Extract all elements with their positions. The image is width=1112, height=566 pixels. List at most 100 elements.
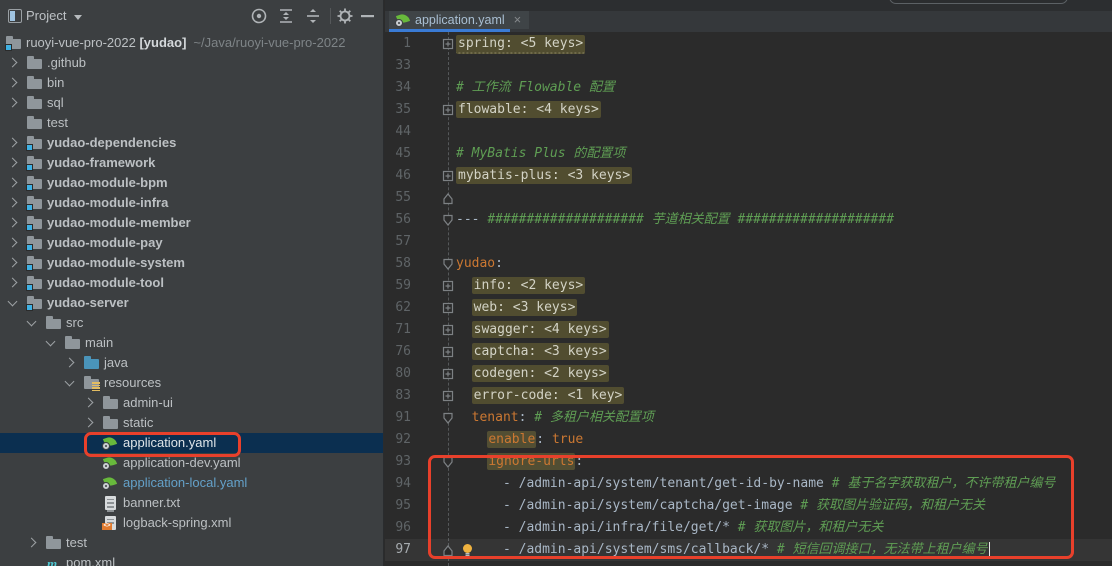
editor-tab-bar: application.yaml × — [385, 11, 1112, 32]
chevron-collapsed-icon[interactable] — [8, 139, 15, 146]
tree-item-label: src — [66, 315, 83, 330]
search-field-fragment[interactable] — [889, 0, 1068, 4]
code-line-71[interactable]: 71 swagger: <4 keys> — [385, 319, 1112, 341]
chevron-collapsed-icon[interactable] — [8, 279, 15, 286]
code-line-33[interactable]: 33 — [385, 55, 1112, 77]
chevron-collapsed-icon[interactable] — [84, 419, 91, 426]
fold-marker-plus-icon[interactable] — [442, 324, 454, 336]
tree-item-yudao-module-pay[interactable]: yudao-module-pay — [0, 233, 383, 253]
tree-item-application-local.yaml[interactable]: application-local.yaml — [0, 473, 383, 493]
code-line-35[interactable]: 35flowable: <4 keys> — [385, 99, 1112, 121]
chevron-collapsed-icon[interactable] — [8, 79, 15, 86]
resources-folder-icon — [84, 376, 99, 390]
tree-item-java[interactable]: java — [0, 353, 383, 373]
fold-marker-down-icon[interactable] — [442, 214, 454, 226]
settings-gear-icon[interactable] — [336, 7, 354, 25]
code-line-92[interactable]: 92 enable: true — [385, 429, 1112, 451]
code-line-34[interactable]: 34# 工作流 Flowable 配置 — [385, 77, 1112, 99]
tree-item-yudao-module-system[interactable]: yudao-module-system — [0, 253, 383, 273]
fold-marker-plus-icon[interactable] — [442, 368, 454, 380]
hide-panel-icon[interactable] — [361, 14, 379, 32]
tree-item-static[interactable]: static — [0, 413, 383, 433]
code-line-45[interactable]: 45# MyBatis Plus 的配置项 — [385, 143, 1112, 165]
tree-item-admin-ui[interactable]: admin-ui — [0, 393, 383, 413]
close-tab-icon[interactable]: × — [514, 12, 522, 27]
chevron-expanded-icon[interactable] — [27, 319, 34, 326]
line-number: 97 — [385, 539, 411, 561]
code-line-1[interactable]: 1spring: <5 keys> — [385, 33, 1112, 55]
chevron-collapsed-icon[interactable] — [8, 219, 15, 226]
tree-item-pom.xml[interactable]: mpom.xml — [0, 553, 383, 566]
code-line-59[interactable]: 59 info: <2 keys> — [385, 275, 1112, 297]
tree-item-main[interactable]: main — [0, 333, 383, 353]
code-line-58[interactable]: 58yudao: — [385, 253, 1112, 275]
fold-marker-plus-icon[interactable] — [442, 170, 454, 182]
line-number: 33 — [385, 55, 411, 77]
line-number: 1 — [385, 33, 411, 55]
fold-marker-plus-icon[interactable] — [442, 390, 454, 402]
tree-item-banner.txt[interactable]: banner.txt — [0, 493, 383, 513]
chevron-collapsed-icon[interactable] — [27, 539, 34, 546]
fold-marker-plus-icon[interactable] — [442, 280, 454, 292]
code-line-55[interactable]: 55 — [385, 187, 1112, 209]
code-line-62[interactable]: 62 web: <3 keys> — [385, 297, 1112, 319]
tree-item-yudao-module-bpm[interactable]: yudao-module-bpm — [0, 173, 383, 193]
tree-item-yudao-dependencies[interactable]: yudao-dependencies — [0, 133, 383, 153]
chevron-down-icon[interactable] — [74, 15, 82, 20]
tree-item-label: application-dev.yaml — [123, 455, 241, 470]
fold-marker-plus-icon[interactable] — [442, 302, 454, 314]
code-line-57[interactable]: 57 — [385, 231, 1112, 253]
tree-item-logback-spring.xml[interactable]: <>logback-spring.xml — [0, 513, 383, 533]
chevron-expanded-icon[interactable] — [46, 339, 53, 346]
chevron-expanded-icon[interactable] — [8, 299, 15, 306]
code-line-76[interactable]: 76 captcha: <3 keys> — [385, 341, 1112, 363]
chevron-collapsed-icon[interactable] — [8, 239, 15, 246]
chevron-collapsed-icon[interactable] — [8, 159, 15, 166]
chevron-collapsed-icon[interactable] — [84, 399, 91, 406]
fold-marker-down-icon[interactable] — [442, 258, 454, 270]
chevron-collapsed-icon[interactable] — [8, 199, 15, 206]
code-line-83[interactable]: 83 error-code: <1 key> — [385, 385, 1112, 407]
tree-item-yudao-module-infra[interactable]: yudao-module-infra — [0, 193, 383, 213]
tree-item-bin[interactable]: bin — [0, 73, 383, 93]
tree-item-ruoyi-vue-pro-2022[interactable]: ruoyi-vue-pro-2022 [yudao]~/Java/ruoyi-v… — [0, 33, 383, 53]
tree-item-test[interactable]: test — [0, 533, 383, 553]
tree-item-yudao-framework[interactable]: yudao-framework — [0, 153, 383, 173]
expand-all-icon[interactable] — [277, 7, 295, 25]
tree-item-yudao-server[interactable]: yudao-server — [0, 293, 383, 313]
chevron-collapsed-icon[interactable] — [8, 99, 15, 106]
fold-marker-plus-icon[interactable] — [442, 38, 454, 50]
line-number: 96 — [385, 517, 411, 539]
fold-marker-plus-icon[interactable] — [442, 346, 454, 358]
fold-marker-down-icon[interactable] — [442, 412, 454, 424]
project-panel-title[interactable]: Project — [26, 8, 66, 23]
locate-icon[interactable] — [250, 7, 268, 25]
code-line-56[interactable]: 56--- #################### 芋道相关配置 ######… — [385, 209, 1112, 231]
tree-item-src[interactable]: src — [0, 313, 383, 333]
tab-application-yaml[interactable]: application.yaml × — [389, 11, 529, 29]
collapse-all-icon[interactable] — [304, 7, 322, 25]
code-line-80[interactable]: 80 codegen: <2 keys> — [385, 363, 1112, 385]
chevron-expanded-icon[interactable] — [65, 379, 72, 386]
tree-item-.github[interactable]: .github — [0, 53, 383, 73]
tree-item-resources[interactable]: resources — [0, 373, 383, 393]
tree-item-label: yudao-module-infra — [47, 195, 168, 210]
chevron-collapsed-icon[interactable] — [65, 359, 72, 366]
tree-item-yudao-module-member[interactable]: yudao-module-member — [0, 213, 383, 233]
tab-label: application.yaml — [415, 13, 505, 27]
chevron-collapsed-icon[interactable] — [8, 179, 15, 186]
fold-marker-up-icon[interactable] — [442, 192, 454, 204]
fold-marker-plus-icon[interactable] — [442, 104, 454, 116]
line-number: 91 — [385, 407, 411, 429]
tree-item-sql[interactable]: sql — [0, 93, 383, 113]
chevron-collapsed-icon[interactable] — [8, 59, 15, 66]
tree-item-yudao-module-tool[interactable]: yudao-module-tool — [0, 273, 383, 293]
folder-icon — [27, 96, 42, 110]
tree-item-label: yudao-server — [47, 295, 129, 310]
code-line-44[interactable]: 44 — [385, 121, 1112, 143]
code-line-46[interactable]: 46mybatis-plus: <3 keys> — [385, 165, 1112, 187]
tree-item-test[interactable]: test — [0, 113, 383, 133]
code-line-91[interactable]: 91 tenant: # 多租户相关配置项 — [385, 407, 1112, 429]
chevron-collapsed-icon[interactable] — [8, 259, 15, 266]
tree-item-label: yudao-module-tool — [47, 275, 164, 290]
